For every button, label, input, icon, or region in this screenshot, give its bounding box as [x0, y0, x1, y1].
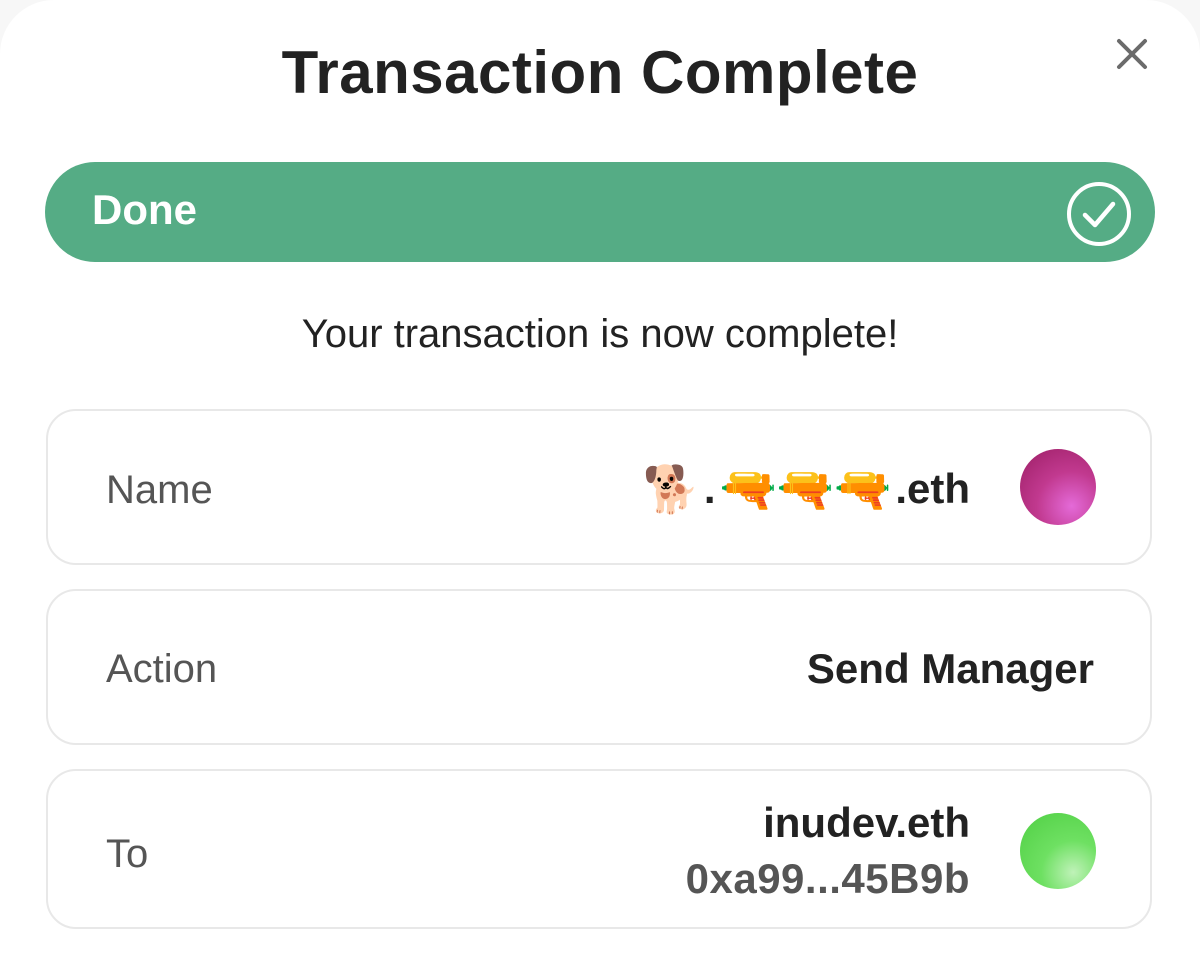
recipient-address: 0xa99...45B9b: [685, 855, 970, 902]
name-value: 🐕 . 🔫🔫🔫 .eth: [643, 465, 970, 513]
action-row: Action Send Manager: [46, 589, 1152, 745]
progress-label: Done: [92, 186, 197, 233]
dog-emoji: 🐕: [642, 463, 700, 515]
transaction-dialog: Transaction Complete Done Your transacti…: [0, 0, 1200, 960]
recipient-name: inudev.eth: [763, 799, 970, 846]
name-row: Name 🐕 . 🔫🔫🔫 .eth: [46, 409, 1152, 565]
completion-message: Your transaction is now complete!: [301, 312, 899, 356]
checkmark-circle-icon: [1065, 180, 1133, 248]
action-value: Send Manager: [806, 645, 1094, 692]
action-label: Action: [106, 647, 218, 691]
name-dot: .: [703, 465, 716, 512]
name-suffix: .eth: [895, 465, 970, 512]
progress-bar: Done: [45, 162, 1155, 262]
close-icon[interactable]: [1114, 36, 1150, 72]
to-label: To: [106, 832, 149, 876]
recipient-avatar: [1020, 813, 1096, 889]
to-row: To inudev.eth 0xa99...45B9b: [46, 769, 1152, 929]
name-avatar: [1020, 449, 1096, 525]
name-label: Name: [106, 468, 213, 512]
dialog-title: Transaction Complete: [281, 39, 919, 106]
pistol-emojis: 🔫🔫🔫: [719, 463, 892, 515]
